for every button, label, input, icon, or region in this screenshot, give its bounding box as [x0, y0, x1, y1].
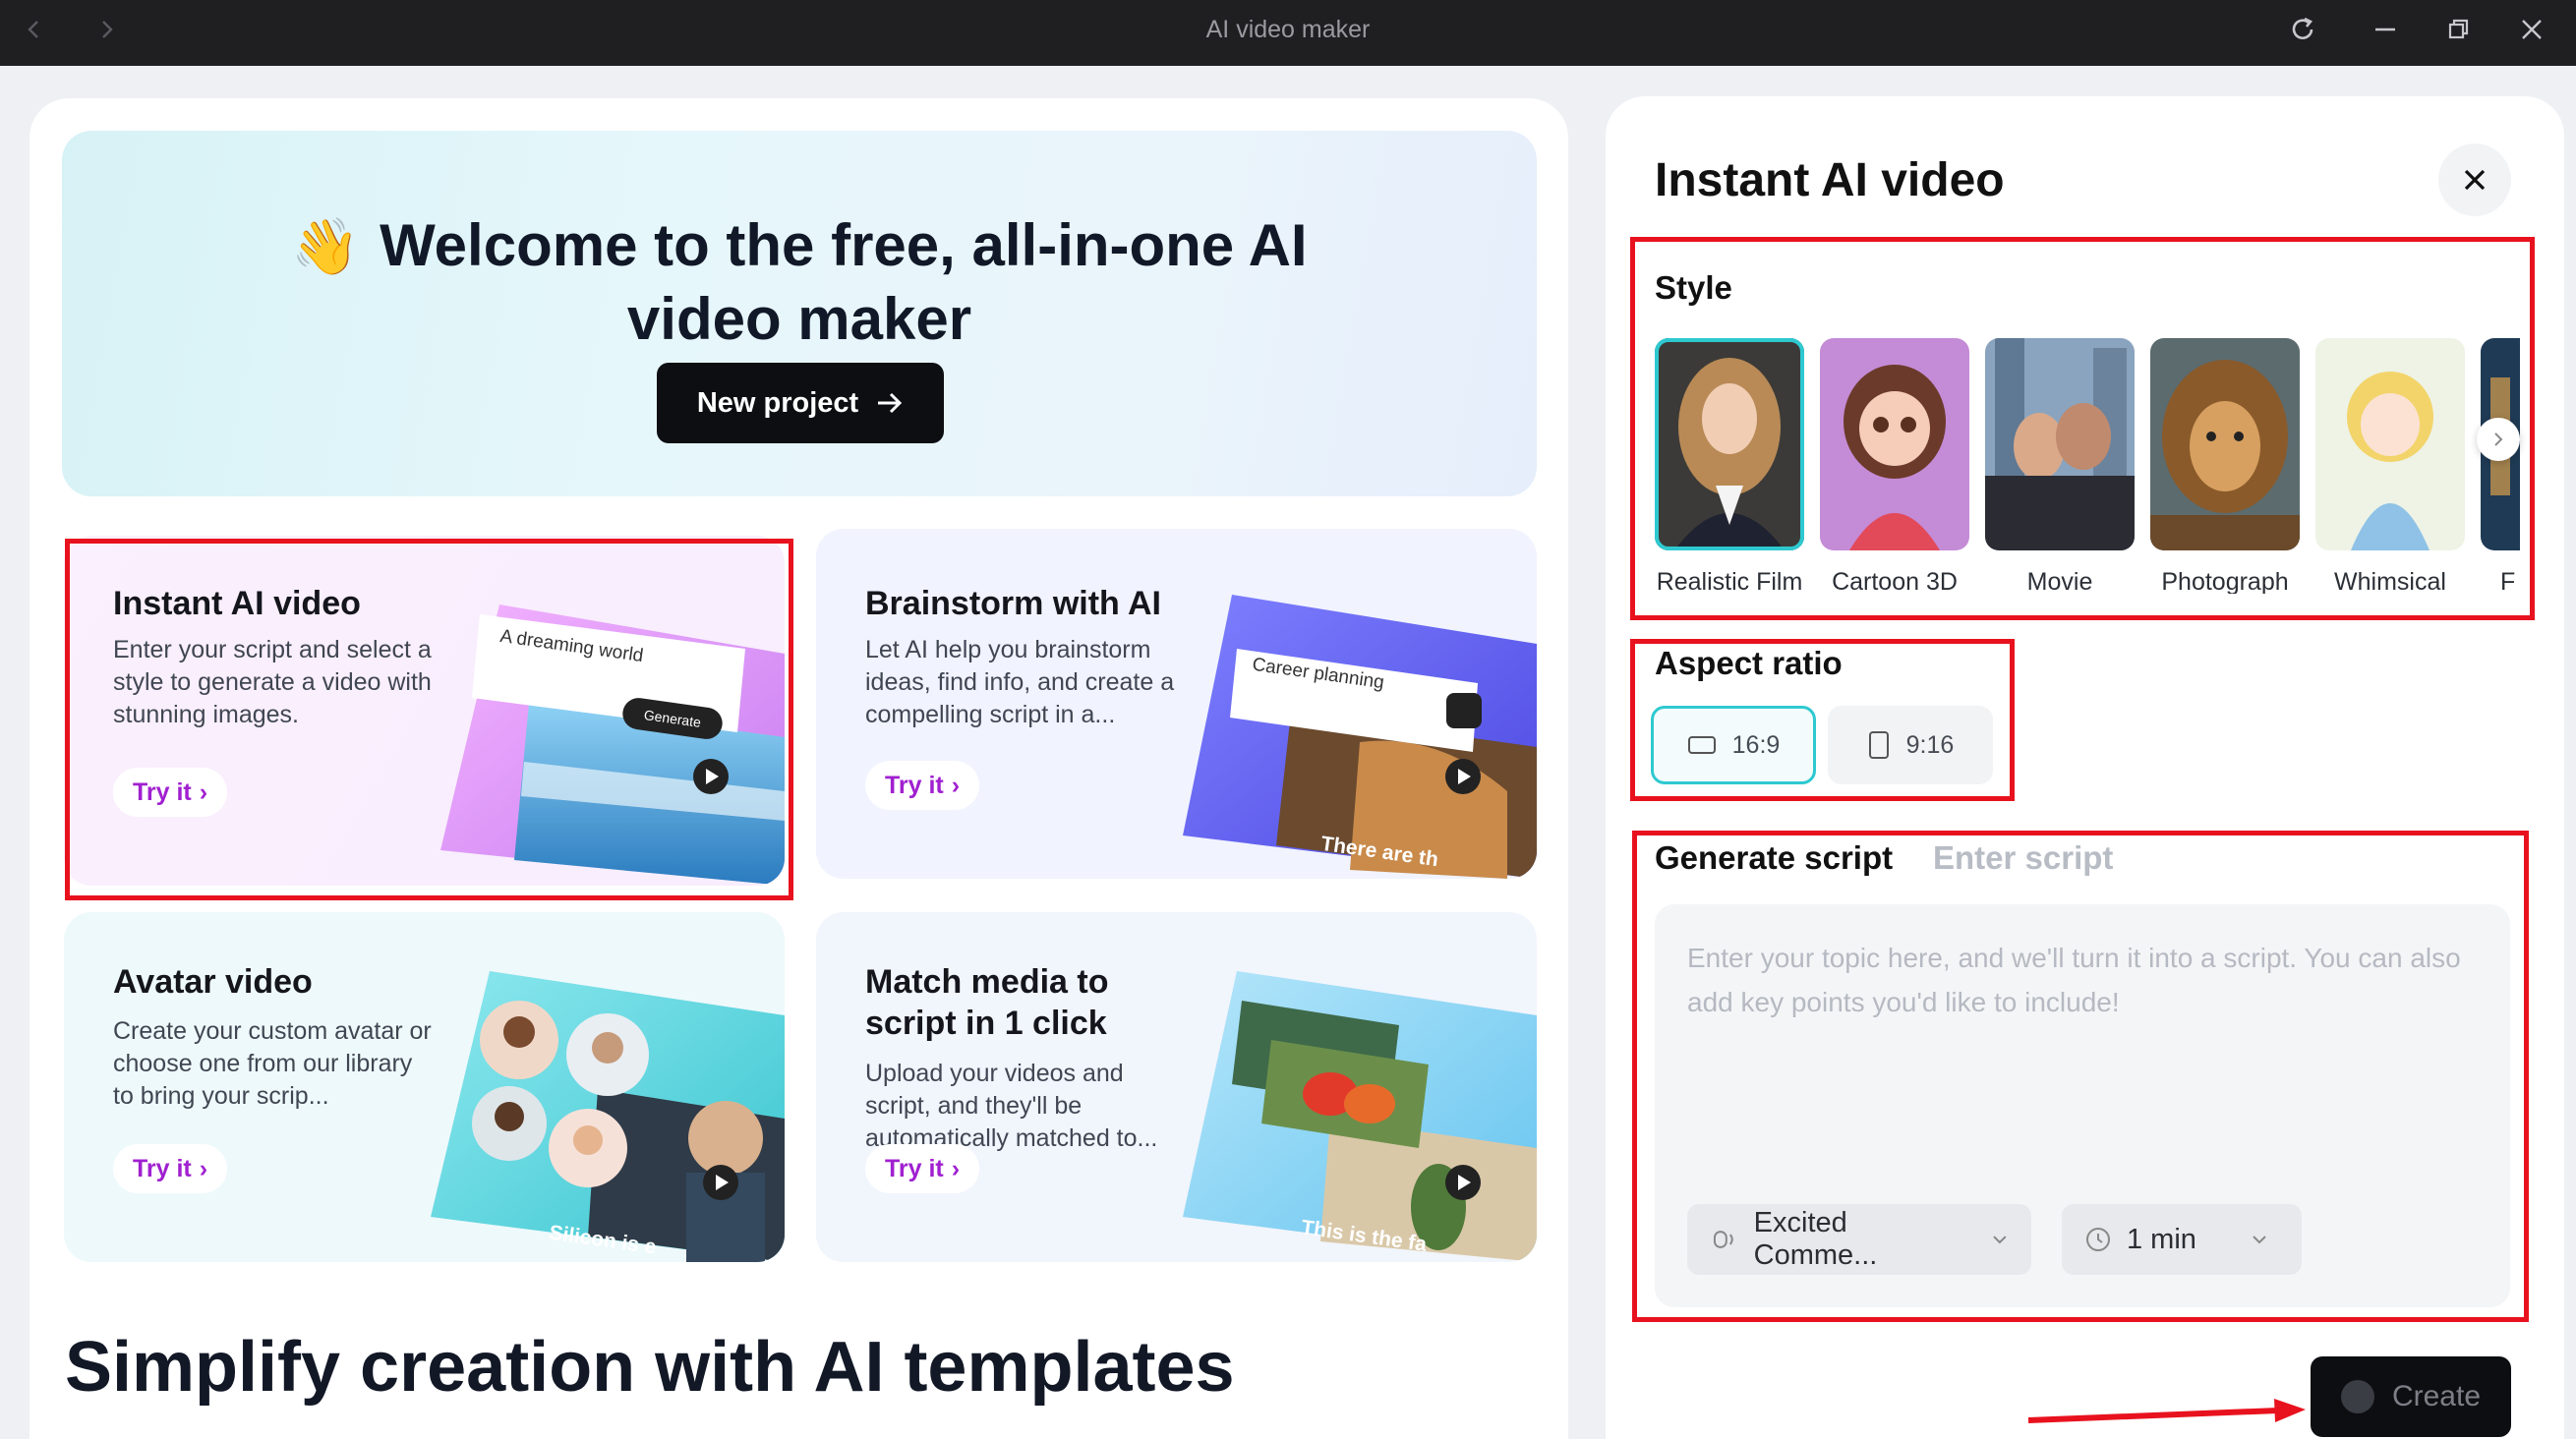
chevron-right-icon: [102, 21, 113, 38]
welcome-banner: 👋 Welcome to the free, all-in-one AI vide…: [62, 131, 1537, 496]
close-icon: [2464, 169, 2486, 191]
clock-icon: [2086, 1228, 2110, 1251]
chevron-right-icon: ›: [199, 777, 208, 806]
chevron-right-icon: ›: [199, 1154, 208, 1182]
style-thumbnail: [1820, 338, 1969, 550]
portrait-ratio-icon: [1868, 731, 1889, 759]
close-panel-button[interactable]: [2438, 144, 2511, 216]
card-description: Let AI help you brainstorm ideas, find i…: [865, 636, 1175, 728]
landscape-ratio-icon: [1687, 736, 1716, 754]
try-it-button[interactable]: Try it ›: [865, 1144, 980, 1193]
style-list: Realistic Film Cartoon 3D Movie Photogra…: [1655, 338, 2520, 594]
style-whimsical[interactable]: Whimsical: [2315, 338, 2465, 594]
arrow-right-icon: [878, 392, 903, 414]
card-description: Create your custom avatar or choose one …: [113, 1017, 432, 1110]
create-button[interactable]: Create: [2311, 1356, 2511, 1437]
minimize-icon: [2375, 28, 2395, 31]
card-illustration: A dreaming world Generate: [431, 595, 785, 886]
instant-ai-video-card[interactable]: Instant AI video Enter your script and s…: [64, 536, 785, 886]
instant-ai-video-panel: Instant AI video Style Realistic Film Ca…: [1606, 96, 2564, 1439]
try-it-button[interactable]: Try it ›: [865, 761, 980, 810]
style-thumbnail: [2315, 338, 2465, 550]
script-topic-input[interactable]: Enter your topic here, and we'll turn it…: [1655, 904, 2510, 1307]
banner-title: 👋 Welcome to the free, all-in-one AI vide…: [291, 212, 1308, 352]
section-title: Simplify creation with AI templates: [65, 1328, 1235, 1407]
style-label: Style: [1655, 269, 1732, 306]
style-photograph[interactable]: Photograph: [2150, 338, 2300, 594]
card-title: Instant AI video: [113, 585, 361, 622]
annotation-arrow: [2027, 1399, 2306, 1423]
ratio-16-9-option[interactable]: 16:9: [1651, 706, 1816, 784]
card-description: Enter your script and select a style to …: [113, 636, 432, 728]
style-next-partial[interactable]: F: [2481, 338, 2520, 594]
voice-icon: [1713, 1231, 1733, 1248]
home-panel: 👋 Welcome to the free, all-in-one AI vide…: [29, 98, 1568, 1439]
title-bar: AI video maker: [0, 0, 2576, 66]
avatar-video-card[interactable]: Avatar video Create your custom avatar o…: [64, 912, 785, 1262]
style-realistic-film[interactable]: Realistic Film: [1655, 338, 1804, 594]
chevron-right-icon: ›: [951, 771, 961, 799]
card-title: Avatar video: [113, 963, 313, 1001]
style-movie[interactable]: Movie: [1985, 338, 2135, 594]
new-project-button[interactable]: New project: [657, 363, 944, 443]
chevron-right-icon: ›: [951, 1154, 961, 1182]
try-it-button[interactable]: Try it ›: [113, 1144, 228, 1193]
brainstorm-card[interactable]: Brainstorm with AI Let AI help you brain…: [816, 529, 1537, 879]
voice-dropdown[interactable]: Excited Comme...: [1687, 1204, 2031, 1275]
restore-button[interactable]: [2430, 0, 2488, 59]
back-button[interactable]: [5, 0, 64, 59]
card-title: Match media to script in 1 click: [865, 963, 1109, 1042]
aspect-ratio-label: Aspect ratio: [1655, 645, 1843, 681]
close-icon: [2522, 20, 2542, 39]
refresh-icon: [2292, 17, 2313, 39]
match-media-card[interactable]: Match media to script in 1 click Upload …: [816, 912, 1537, 1262]
refresh-button[interactable]: [2273, 0, 2332, 59]
style-thumbnail: [1985, 338, 2135, 550]
close-window-button[interactable]: [2502, 0, 2561, 59]
card-title: Brainstorm with AI: [865, 585, 1161, 622]
card-description: Upload your videos and script, and they'…: [865, 1060, 1158, 1152]
tab-enter-script[interactable]: Enter script: [1933, 839, 2113, 877]
loading-icon: [2340, 1380, 2374, 1413]
card-illustration: Career planning There are th: [1183, 595, 1537, 879]
chevron-left-icon: [28, 21, 38, 38]
style-scroll-next-button[interactable]: [2477, 418, 2520, 461]
forward-button[interactable]: [77, 0, 136, 59]
ratio-9-16-option[interactable]: 9:16: [1828, 706, 1993, 784]
panel-title: Instant AI video: [1655, 154, 2005, 206]
card-illustration: Silicon is e: [431, 971, 785, 1262]
restore-icon: [2448, 19, 2469, 39]
chevron-down-icon: [2253, 1236, 2266, 1244]
chevron-down-icon: [1993, 1236, 2007, 1244]
try-it-button[interactable]: Try it ›: [113, 768, 228, 817]
card-illustration: This is the fa: [1183, 971, 1537, 1262]
style-thumbnail: [2150, 338, 2300, 550]
style-cartoon-3d[interactable]: Cartoon 3D: [1820, 338, 1969, 594]
script-placeholder: Enter your topic here, and we'll turn it…: [1687, 943, 2461, 1017]
waving-hand-icon: 👋: [291, 215, 361, 277]
tab-generate-script[interactable]: Generate script: [1655, 839, 1893, 877]
minimize-button[interactable]: [2356, 0, 2415, 59]
style-thumbnail: [1655, 338, 1804, 550]
duration-dropdown[interactable]: 1 min: [2062, 1204, 2302, 1275]
window-title: AI video maker: [1205, 16, 1371, 43]
chevron-right-icon: [2494, 432, 2503, 446]
